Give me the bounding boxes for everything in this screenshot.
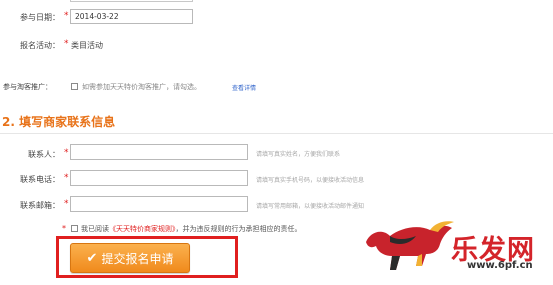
bull-logo-icon (366, 221, 454, 270)
contact-phone-hint: 请填写真实手机号码，以便接收活动信息 (256, 177, 365, 184)
contact-email-hint: 请填写常用邮箱，以便接收活动邮件通知 (256, 203, 365, 210)
contact-name-input[interactable] (70, 144, 248, 160)
agreement-suffix: ，并为违反规则的行为承担相应的责任。 (175, 225, 302, 233)
required-marker: * (64, 173, 69, 183)
required-marker: * (64, 148, 69, 158)
date-input[interactable]: 2014-03-22 (70, 9, 193, 24)
promotion-details-link[interactable]: 查看详情 (232, 83, 256, 92)
highlight-box (56, 236, 238, 278)
promotion-checkbox-text: 如需参加天天特价淘客推广，请勾选。 (82, 83, 201, 91)
promotion-checkbox[interactable] (71, 83, 78, 90)
required-marker: * (64, 11, 69, 21)
agreement-checkbox[interactable] (71, 225, 78, 232)
rules-link[interactable]: 《天天特价商家规则》 (109, 225, 176, 233)
required-marker: * (62, 224, 66, 233)
contact-name-label: 联系人： (28, 150, 60, 159)
contact-email-input[interactable] (70, 196, 248, 212)
contact-phone-label: 联系电话： (20, 175, 60, 184)
required-marker: * (64, 199, 69, 209)
agreement-text: 我已阅读《天天特价商家规则》，并为违反规则的行为承担相应的责任。 (81, 224, 302, 234)
watermark-url: www.6pf.cn (467, 260, 533, 271)
date-value: 2014-03-22 (75, 12, 119, 21)
agreement-prefix: 我已阅读 (81, 225, 109, 233)
contact-email-label: 联系邮箱： (20, 201, 60, 210)
activity-type-label: 报名活动： (20, 41, 60, 50)
date-label: 参与日期： (20, 13, 60, 22)
promotion-label: 参与淘客推广： (3, 83, 52, 91)
activity-type-value: 类目活动 (71, 41, 103, 50)
section-divider (0, 133, 553, 134)
clipped-input-edge (70, 0, 193, 2)
section-title: 2. 填写商家联系信息 (2, 115, 116, 129)
contact-name-hint: 请填写真实姓名，方便我们联系 (256, 151, 341, 158)
required-marker: * (64, 39, 69, 49)
contact-phone-input[interactable] (70, 170, 248, 186)
